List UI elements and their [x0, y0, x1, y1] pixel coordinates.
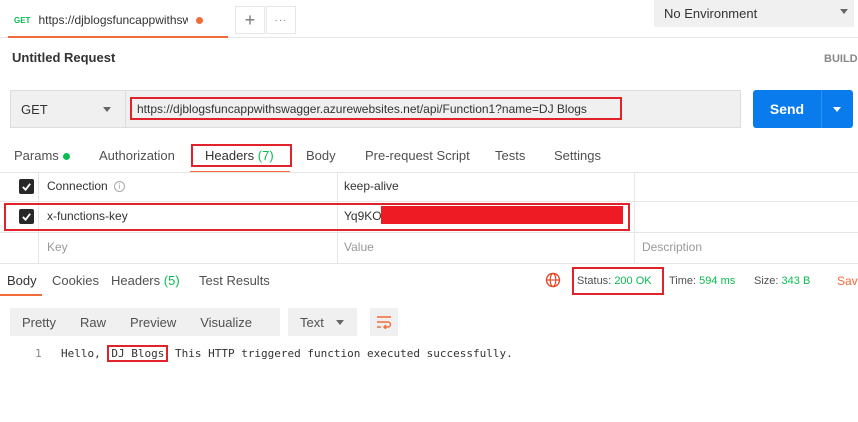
response-size[interactable]: Size: 343 B: [754, 275, 810, 287]
name-highlight: DJ Blogs: [107, 345, 169, 362]
check-icon: [22, 183, 31, 192]
tab-authorization[interactable]: Authorization: [99, 148, 175, 163]
status-value: 200 OK: [614, 275, 652, 287]
header-key-functions-key[interactable]: x-functions-key: [47, 209, 128, 223]
method-select[interactable]: GET: [10, 90, 125, 128]
view-mode-group: Pretty Raw Preview Visualize: [10, 308, 280, 336]
response-tab-body[interactable]: Body: [7, 273, 37, 288]
format-label: Text: [300, 314, 324, 330]
send-label: Send: [769, 101, 805, 117]
check-icon: [22, 213, 31, 222]
line-number: 1: [35, 347, 42, 360]
info-icon[interactable]: i: [113, 181, 125, 193]
description-placeholder[interactable]: Description: [642, 240, 702, 254]
tab-params[interactable]: Params: [14, 148, 70, 163]
view-visualize[interactable]: Visualize: [188, 315, 264, 330]
view-raw[interactable]: Raw: [68, 315, 118, 330]
method-label: GET: [21, 101, 48, 117]
tab-settings[interactable]: Settings: [554, 148, 601, 163]
header-row-checkbox[interactable]: [19, 179, 34, 194]
value-placeholder[interactable]: Value: [344, 240, 374, 254]
environment-label: No Environment: [664, 6, 758, 21]
new-tab-button[interactable]: +: [235, 6, 265, 34]
tab-headers[interactable]: Headers (7): [205, 148, 274, 163]
url-highlight-box: https://djblogsfuncappwithswagger.azurew…: [130, 97, 622, 120]
view-preview[interactable]: Preview: [118, 315, 188, 330]
header-row-checkbox[interactable]: [19, 209, 34, 224]
tab-title: https://djblogsfuncappwithswag...: [38, 13, 189, 27]
tab-pre-request-script[interactable]: Pre-request Script: [365, 148, 470, 163]
url-text: https://djblogsfuncappwithswagger.azurew…: [137, 101, 587, 116]
tab-tests[interactable]: Tests: [495, 148, 525, 163]
request-title: Untitled Request: [12, 50, 116, 65]
wrap-icon: [377, 316, 392, 329]
environment-select[interactable]: No Environment: [654, 0, 854, 27]
header-value-functions-key[interactable]: Yq9KO: [344, 209, 382, 223]
status-label: Status: 200 OK: [577, 275, 652, 287]
tab-more-button[interactable]: ···: [266, 6, 296, 34]
header-key-connection[interactable]: Connection i: [47, 179, 125, 193]
chevron-down-icon: [103, 107, 111, 112]
format-select[interactable]: Text: [288, 308, 357, 336]
response-tab-test-results[interactable]: Test Results: [199, 273, 270, 288]
view-pretty[interactable]: Pretty: [10, 315, 68, 330]
headers-count: (7): [257, 148, 274, 163]
params-status-dot: [62, 153, 70, 161]
plus-icon: +: [244, 9, 256, 30]
chevron-down-icon: [840, 9, 848, 14]
chevron-down-icon: [335, 319, 344, 325]
send-button[interactable]: Send: [753, 90, 853, 128]
wrap-lines-button[interactable]: [370, 308, 398, 336]
globe-icon[interactable]: [545, 272, 561, 291]
tab-method: GET: [14, 15, 31, 25]
key-placeholder[interactable]: Key: [47, 240, 68, 254]
request-tab[interactable]: GET https://djblogsfuncappwithswag...: [8, 4, 228, 38]
header-value-connection[interactable]: keep-alive: [344, 179, 399, 193]
unsaved-dot-icon: [196, 16, 204, 24]
response-tab-cookies[interactable]: Cookies: [52, 273, 99, 288]
response-time[interactable]: Time: 594 ms: [669, 275, 735, 287]
redacted-value: [381, 206, 623, 224]
response-tab-headers[interactable]: Headers (5): [111, 273, 180, 288]
active-response-tab-indicator: [0, 294, 42, 296]
more-icon: ···: [274, 14, 288, 26]
tab-body[interactable]: Body: [306, 148, 336, 163]
save-response-button[interactable]: Sav: [837, 274, 858, 288]
build-button[interactable]: BUILD: [824, 53, 858, 65]
response-body-text[interactable]: Hello, DJ Blogs This HTTP triggered func…: [61, 345, 513, 362]
send-options-icon[interactable]: [833, 106, 841, 112]
